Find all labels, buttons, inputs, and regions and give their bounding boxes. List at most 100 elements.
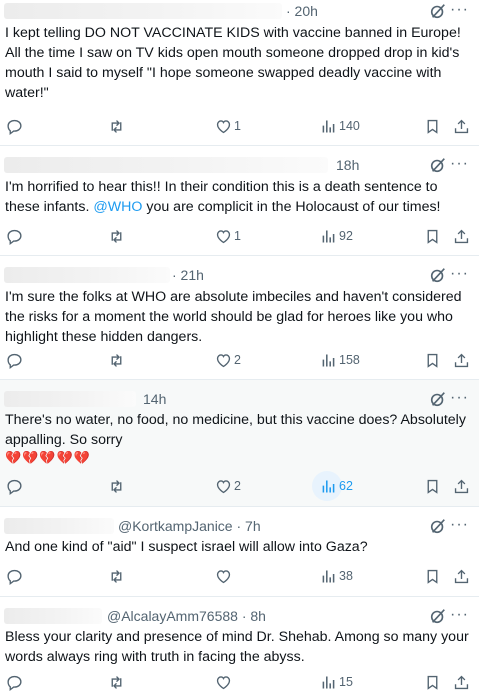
share-button[interactable]	[453, 114, 470, 138]
bookmark-button[interactable]	[424, 114, 441, 138]
grok-icon[interactable]	[429, 156, 447, 174]
views-icon	[322, 570, 335, 582]
grok-icon[interactable]	[429, 607, 447, 625]
reply-button[interactable]	[6, 348, 25, 372]
views-button[interactable]: 92	[320, 224, 353, 248]
handle-text: @AlcalayAmm76588	[107, 608, 238, 624]
views-icon	[322, 354, 335, 366]
broken-heart-emojis: 💔💔💔💔💔	[5, 450, 91, 465]
views-button[interactable]: 38	[320, 564, 353, 588]
views-button[interactable]: 62	[312, 471, 353, 501]
views-count: 15	[339, 675, 353, 689]
share-button[interactable]	[453, 348, 470, 372]
share-button[interactable]	[453, 474, 470, 498]
repost-icon	[111, 675, 122, 689]
more-icon[interactable]: ···	[450, 606, 469, 624]
post-actions: 1 92	[0, 224, 479, 248]
reply-button[interactable]	[6, 224, 25, 248]
like-button[interactable]: 1	[215, 224, 241, 248]
repost-button[interactable]	[108, 474, 127, 498]
like-icon	[216, 229, 231, 243]
views-count: 62	[339, 479, 353, 493]
repost-button[interactable]	[108, 348, 127, 372]
share-button[interactable]	[453, 224, 470, 248]
reply-button[interactable]	[6, 670, 25, 694]
views-button[interactable]: 158	[320, 348, 360, 372]
post[interactable]: 14h ··· There's no water, no food, no me…	[0, 380, 479, 507]
author-handle[interactable]: @AlcalayAmm76588 · 8h	[107, 608, 266, 624]
bookmark-icon	[427, 569, 438, 584]
views-count: 92	[339, 229, 353, 243]
views-count: 158	[339, 353, 360, 367]
post[interactable]: · 21h ··· I'm sure the folks at WHO are …	[0, 256, 479, 380]
share-icon	[454, 479, 469, 493]
like-icon	[216, 479, 231, 493]
bookmark-button[interactable]	[424, 224, 441, 248]
bookmark-button[interactable]	[424, 670, 441, 694]
like-icon	[216, 353, 231, 367]
reply-button[interactable]	[6, 564, 25, 588]
grok-icon[interactable]	[429, 266, 447, 284]
repost-button[interactable]	[108, 114, 127, 138]
like-count: 1	[234, 119, 241, 133]
post-header: @AlcalayAmm76588 · 8h ···	[0, 605, 479, 625]
mention-link[interactable]: @WHO	[93, 199, 142, 215]
more-icon[interactable]: ···	[450, 516, 469, 534]
post-header: 14h ···	[0, 388, 479, 408]
redacted-author-name	[4, 391, 136, 407]
redacted-author-name	[4, 157, 328, 173]
more-icon[interactable]: ···	[450, 1, 469, 19]
reply-icon	[7, 353, 22, 369]
share-icon	[454, 675, 469, 689]
reply-button[interactable]	[6, 474, 25, 498]
post-time[interactable]: · 21h	[172, 267, 204, 283]
views-button[interactable]: 140	[320, 114, 360, 138]
views-button[interactable]: 15	[320, 670, 353, 694]
bookmark-icon	[427, 119, 438, 134]
post-header: 18h ···	[0, 154, 479, 174]
share-button[interactable]	[453, 670, 470, 694]
repost-button[interactable]	[108, 564, 127, 588]
more-icon[interactable]: ···	[450, 155, 469, 173]
post-time[interactable]: 18h	[336, 157, 359, 173]
redacted-author-name	[4, 608, 102, 624]
more-icon[interactable]: ···	[450, 389, 469, 407]
like-button[interactable]: 2	[215, 474, 241, 498]
post-time[interactable]: · 7h	[236, 518, 260, 534]
post-time[interactable]: 14h	[143, 391, 166, 407]
post-header: @KortkampJanice · 7h ···	[0, 515, 479, 535]
post-time[interactable]: · 8h	[242, 608, 266, 624]
post-header: · 20h ···	[0, 0, 479, 20]
post-actions: 15	[0, 670, 479, 694]
grok-icon[interactable]	[429, 390, 447, 408]
like-button[interactable]	[215, 564, 234, 588]
like-icon	[216, 569, 231, 583]
bookmark-button[interactable]	[424, 348, 441, 372]
more-icon[interactable]: ···	[450, 265, 469, 283]
repost-button[interactable]	[108, 670, 127, 694]
like-button[interactable]: 1	[215, 114, 241, 138]
grok-icon[interactable]	[429, 517, 447, 535]
share-button[interactable]	[453, 564, 470, 588]
bookmark-button[interactable]	[424, 564, 441, 588]
like-count: 1	[234, 229, 241, 243]
repost-icon	[111, 479, 122, 493]
post[interactable]: @KortkampJanice · 7h ··· And one kind of…	[0, 507, 479, 597]
bookmark-button[interactable]	[424, 474, 441, 498]
handle-text: @KortkampJanice	[118, 518, 233, 534]
reply-icon	[7, 479, 22, 495]
grok-icon[interactable]	[429, 2, 447, 20]
author-handle[interactable]: @KortkampJanice · 7h	[118, 518, 261, 534]
repost-icon	[111, 569, 122, 583]
reply-button[interactable]	[6, 114, 25, 138]
post[interactable]: @AlcalayAmm76588 · 8h ··· Bless your cla…	[0, 597, 479, 694]
repost-button[interactable]	[108, 224, 127, 248]
post[interactable]: · 20h ··· I kept telling DO NOT VACCINAT…	[0, 0, 479, 146]
post-time[interactable]: · 20h	[286, 3, 318, 19]
like-button[interactable]	[215, 670, 234, 694]
reply-feed: · 20h ··· I kept telling DO NOT VACCINAT…	[0, 0, 479, 694]
reply-icon	[7, 119, 22, 135]
post[interactable]: 18h ··· I'm horrified to hear this!! In …	[0, 146, 479, 256]
views-icon	[322, 676, 335, 688]
like-button[interactable]: 2	[215, 348, 241, 372]
